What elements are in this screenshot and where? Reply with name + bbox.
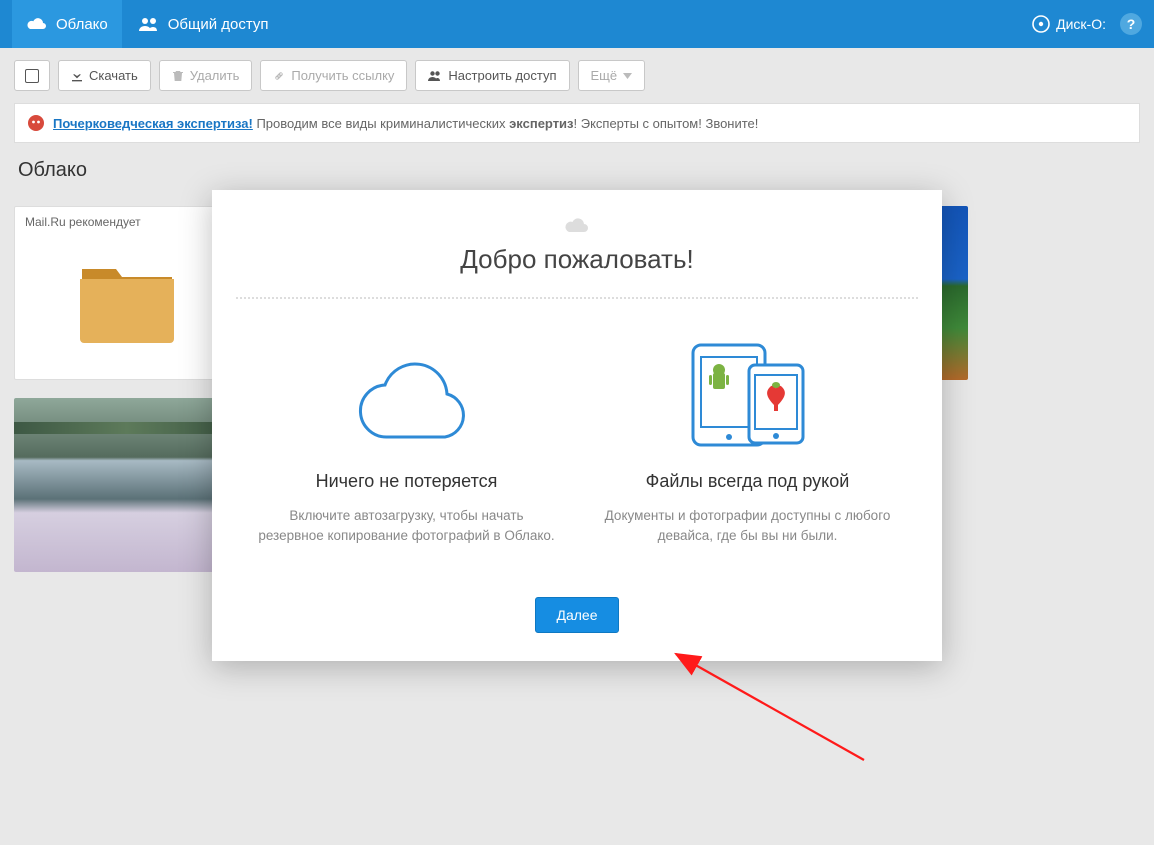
feature-title: Файлы всегда под рукой [597,471,898,492]
trash-icon [172,70,184,82]
help-glyph: ? [1127,16,1136,32]
tab-cloud-label: Облако [56,16,108,33]
delete-button[interactable]: Удалить [159,60,253,91]
get-link-label: Получить ссылку [291,68,394,83]
people-icon [138,16,160,32]
ad-banner[interactable]: Почерковедческая экспертиза! Проводим вс… [14,103,1140,143]
feature-row: Ничего не потеряется Включите автозагруз… [236,329,918,547]
tab-shared[interactable]: Общий доступ [124,0,283,48]
tile-image-lake[interactable] [14,398,239,572]
delete-label: Удалить [190,68,240,83]
modal-cloud-icon [236,216,918,234]
download-button[interactable]: Скачать [58,60,151,91]
people-icon [428,70,442,82]
checkbox-icon [25,69,39,83]
link-icon [273,70,285,82]
header-right: Диск-О: ? [1032,13,1142,35]
page-title: Облако [14,153,1140,188]
feature-desc: Включите автозагрузку, чтобы начать резе… [256,506,557,547]
disk-o-link[interactable]: Диск-О: [1032,15,1106,33]
disk-o-icon [1032,15,1050,33]
feature-desc: Документы и фотографии доступны с любого… [597,506,898,547]
download-icon [71,70,83,82]
feature-title: Ничего не потеряется [256,471,557,492]
download-label: Скачать [89,68,138,83]
tile-recommended-folder[interactable]: Mail.Ru рекомендует [14,206,239,380]
disk-o-label: Диск-О: [1056,16,1106,32]
feature-devices: Файлы всегда под рукой Документы и фотог… [577,329,918,547]
toolbar: Скачать Удалить Получить ссылку Настроит… [0,48,1154,103]
tab-shared-label: Общий доступ [168,16,269,33]
ad-text: Почерковедческая экспертиза! Проводим вс… [53,116,758,131]
cloud-icon [26,16,48,32]
tile-label: Mail.Ru рекомендует [25,215,141,229]
modal-footer: Далее [236,597,918,633]
thumbnail-image [14,398,239,572]
welcome-modal: Добро пожаловать! Ничего не потеряется В… [212,190,942,661]
folder-icon [78,263,176,343]
configure-access-label: Настроить доступ [448,68,556,83]
ad-mascot-icon [27,114,45,132]
app-header: Облако Общий доступ Диск-О: ? [0,0,1154,48]
modal-title: Добро пожаловать! [236,244,918,275]
cloud-outline-icon [256,329,557,459]
more-button[interactable]: Ещё [578,60,646,91]
tab-cloud[interactable]: Облако [12,0,122,48]
chevron-down-icon [623,73,632,79]
help-button[interactable]: ? [1120,13,1142,35]
divider [236,297,918,299]
select-all-checkbox[interactable] [14,60,50,91]
devices-icon [597,329,898,459]
get-link-button[interactable]: Получить ссылку [260,60,407,91]
next-button[interactable]: Далее [535,597,618,633]
header-tabs: Облако Общий доступ [12,0,283,48]
configure-access-button[interactable]: Настроить доступ [415,60,569,91]
ad-link[interactable]: Почерковедческая экспертиза! [53,116,253,131]
more-label: Ещё [591,68,618,83]
feature-backup: Ничего не потеряется Включите автозагруз… [236,329,577,547]
